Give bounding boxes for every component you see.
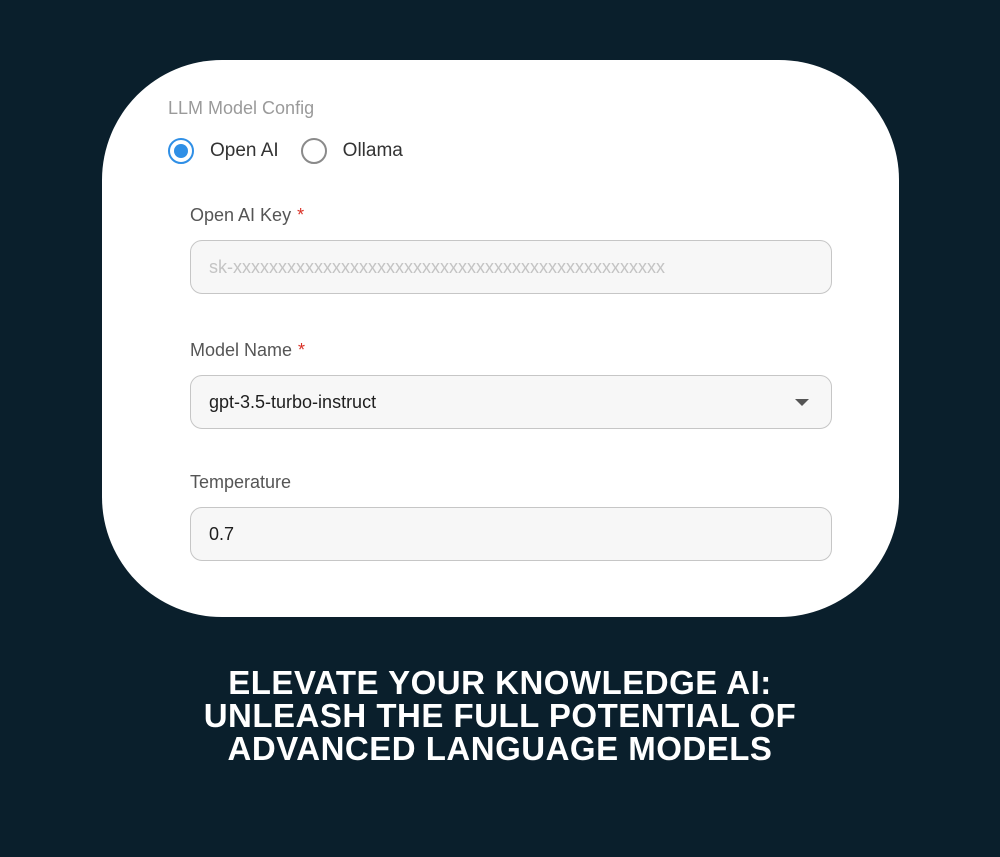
promo-headline: ELEVATE YOUR KNOWLEDGE AI: UNLEASH THE F… <box>0 666 1000 765</box>
llm-config-card: LLM Model Config Open AI Ollama Open AI … <box>102 60 899 617</box>
model-name-field: Model Name * gpt-3.5-turbo-instruct <box>190 340 832 429</box>
required-marker: * <box>298 340 306 360</box>
temperature-input[interactable]: 0.7 <box>190 507 832 561</box>
chevron-down-icon[interactable] <box>795 398 809 406</box>
radio-label-open-ai: Open AI <box>210 140 279 161</box>
headline-line-2: UNLEASH THE FULL POTENTIAL OF <box>203 697 797 734</box>
model-name-select[interactable]: gpt-3.5-turbo-instruct <box>190 375 832 429</box>
required-marker: * <box>297 205 305 225</box>
model-name-selected-value: gpt-3.5-turbo-instruct <box>209 391 377 412</box>
section-title: LLM Model Config <box>168 98 315 118</box>
radio-option-open-ai[interactable]: Open AI <box>168 138 279 164</box>
api-key-input[interactable]: sk-xxxxxxxxxxxxxxxxxxxxxxxxxxxxxxxxxxxxx… <box>190 240 832 294</box>
temperature-label: Temperature <box>190 472 832 493</box>
api-key-label: Open AI Key * <box>190 205 832 226</box>
model-name-label: Model Name * <box>190 340 832 361</box>
provider-radio-group: Open AI Ollama <box>168 138 403 164</box>
radio-checked-icon[interactable] <box>168 138 194 164</box>
headline-line-3: ADVANCED LANGUAGE MODELS <box>227 730 773 767</box>
api-key-label-text: Open AI Key <box>190 205 292 225</box>
radio-dot <box>174 144 188 158</box>
temperature-field: Temperature 0.7 <box>190 472 832 561</box>
radio-option-ollama[interactable]: Ollama <box>300 138 403 164</box>
temperature-value: 0.7 <box>209 523 235 544</box>
model-name-label-text: Model Name <box>190 340 293 360</box>
temperature-label-text: Temperature <box>190 472 292 492</box>
headline-line-1: ELEVATE YOUR KNOWLEDGE AI: <box>228 664 772 701</box>
radio-label-ollama: Ollama <box>342 140 403 161</box>
api-key-placeholder: sk-xxxxxxxxxxxxxxxxxxxxxxxxxxxxxxxxxxxxx… <box>209 256 665 277</box>
radio-unchecked-icon[interactable] <box>300 138 327 164</box>
api-key-field: Open AI Key * sk-xxxxxxxxxxxxxxxxxxxxxxx… <box>190 205 832 294</box>
